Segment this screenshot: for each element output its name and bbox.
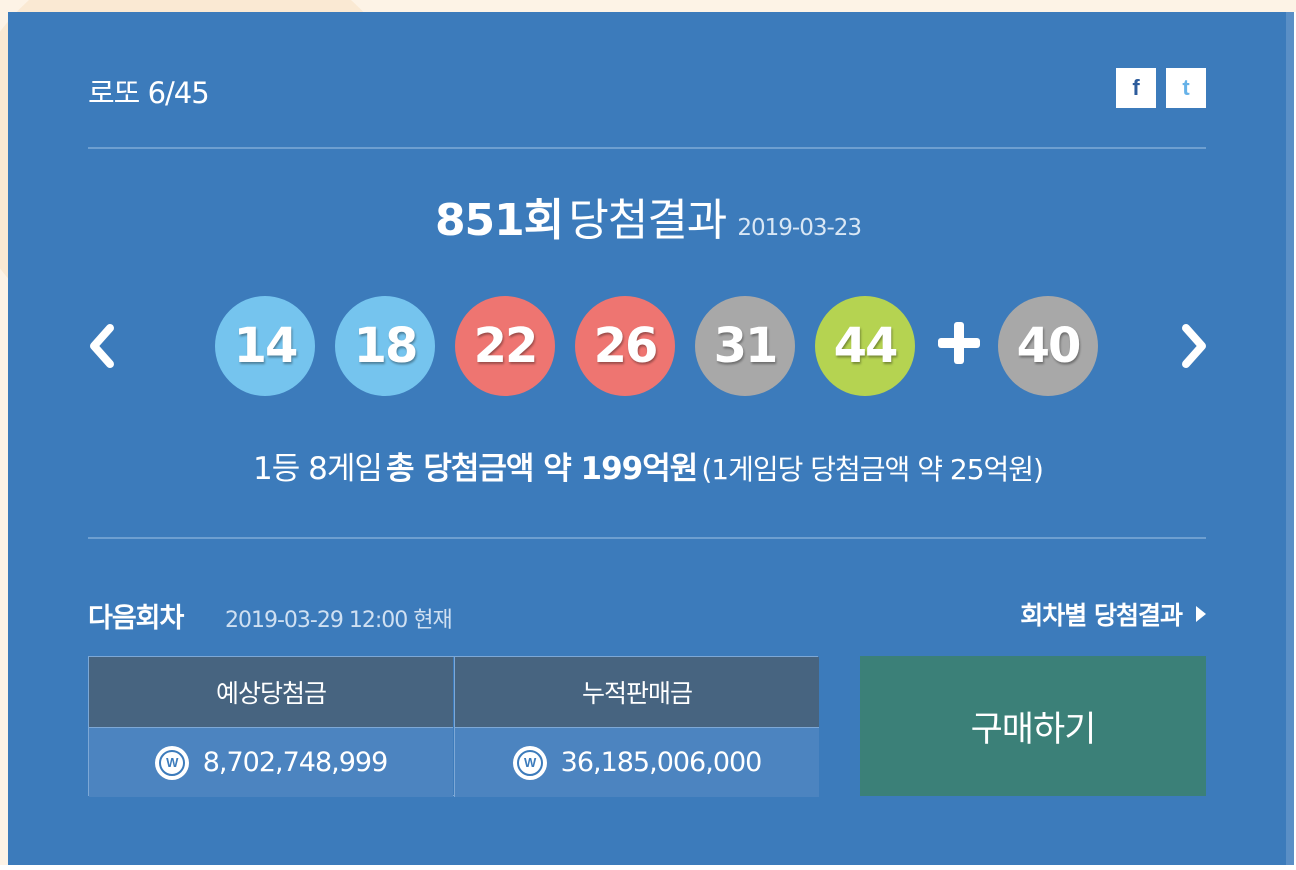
next-draw-label: 다음회차 (88, 603, 184, 634)
winning-number-ball: 44 (815, 296, 915, 396)
twitter-share-button[interactable]: t (1166, 68, 1206, 108)
results-by-draw-label: 회차별 당첨결과 (1020, 601, 1183, 630)
results-by-draw-link[interactable]: 회차별 당첨결과 (1020, 596, 1206, 632)
draw-number: 851회 (434, 195, 564, 246)
facebook-icon: f (1132, 75, 1140, 100)
cumulative-sales-cell: W 36,185,006,000 (454, 727, 819, 797)
next-draw-date: 2019-03-29 12:00 현재 (225, 608, 453, 633)
cumulative-sales-value: 36,185,006,000 (560, 747, 763, 778)
winning-number-ball: 22 (455, 296, 555, 396)
scrollbar[interactable] (1286, 12, 1294, 865)
chevron-left-icon (90, 324, 114, 368)
previous-draw-button[interactable] (84, 318, 124, 374)
panel-title: 로또 6/45 (88, 76, 210, 110)
caret-right-icon (1196, 606, 1206, 622)
twitter-icon: t (1182, 75, 1190, 100)
draw-headline: 851회 당첨결과 2019-03-23 (0, 184, 1296, 248)
bonus-number-ball: 40 (998, 296, 1098, 396)
next-draw-table: 예상당첨금 누적판매금 W 8,702,748,999 W 36,185,006… (88, 656, 819, 797)
divider (88, 537, 1206, 539)
expected-prize-cell: W 8,702,748,999 (89, 727, 453, 797)
winning-number-ball: 26 (575, 296, 675, 396)
winning-number-ball: 18 (335, 296, 435, 396)
plus-icon (938, 322, 980, 364)
buy-button[interactable]: 구매하기 (860, 656, 1206, 796)
winning-number-ball: 14 (215, 296, 315, 396)
draw-date: 2019-03-23 (737, 215, 862, 241)
chevron-right-icon (1182, 324, 1206, 368)
expected-prize-value: 8,702,748,999 (202, 747, 389, 778)
total-prize: 총 당첨금액 약 199억원 (386, 451, 698, 487)
facebook-share-button[interactable]: f (1116, 68, 1156, 108)
won-icon: W (154, 745, 189, 780)
cumulative-sales-header: 누적판매금 (454, 657, 819, 727)
winner-count: 1등 8게임 (253, 451, 383, 487)
divider (88, 147, 1206, 149)
prize-per-game: (1게임당 당첨금액 약 25억원) (701, 453, 1044, 486)
won-icon: W (512, 745, 547, 780)
next-draw-button[interactable] (1172, 318, 1212, 374)
expected-prize-header: 예상당첨금 (89, 657, 453, 727)
result-word: 당첨결과 (568, 195, 727, 246)
prize-summary: 1등 8게임 총 당첨금액 약 199억원 (1게임당 당첨금액 약 25억원) (0, 443, 1296, 488)
bottom-strip (0, 865, 1296, 870)
winning-number-ball: 31 (695, 296, 795, 396)
